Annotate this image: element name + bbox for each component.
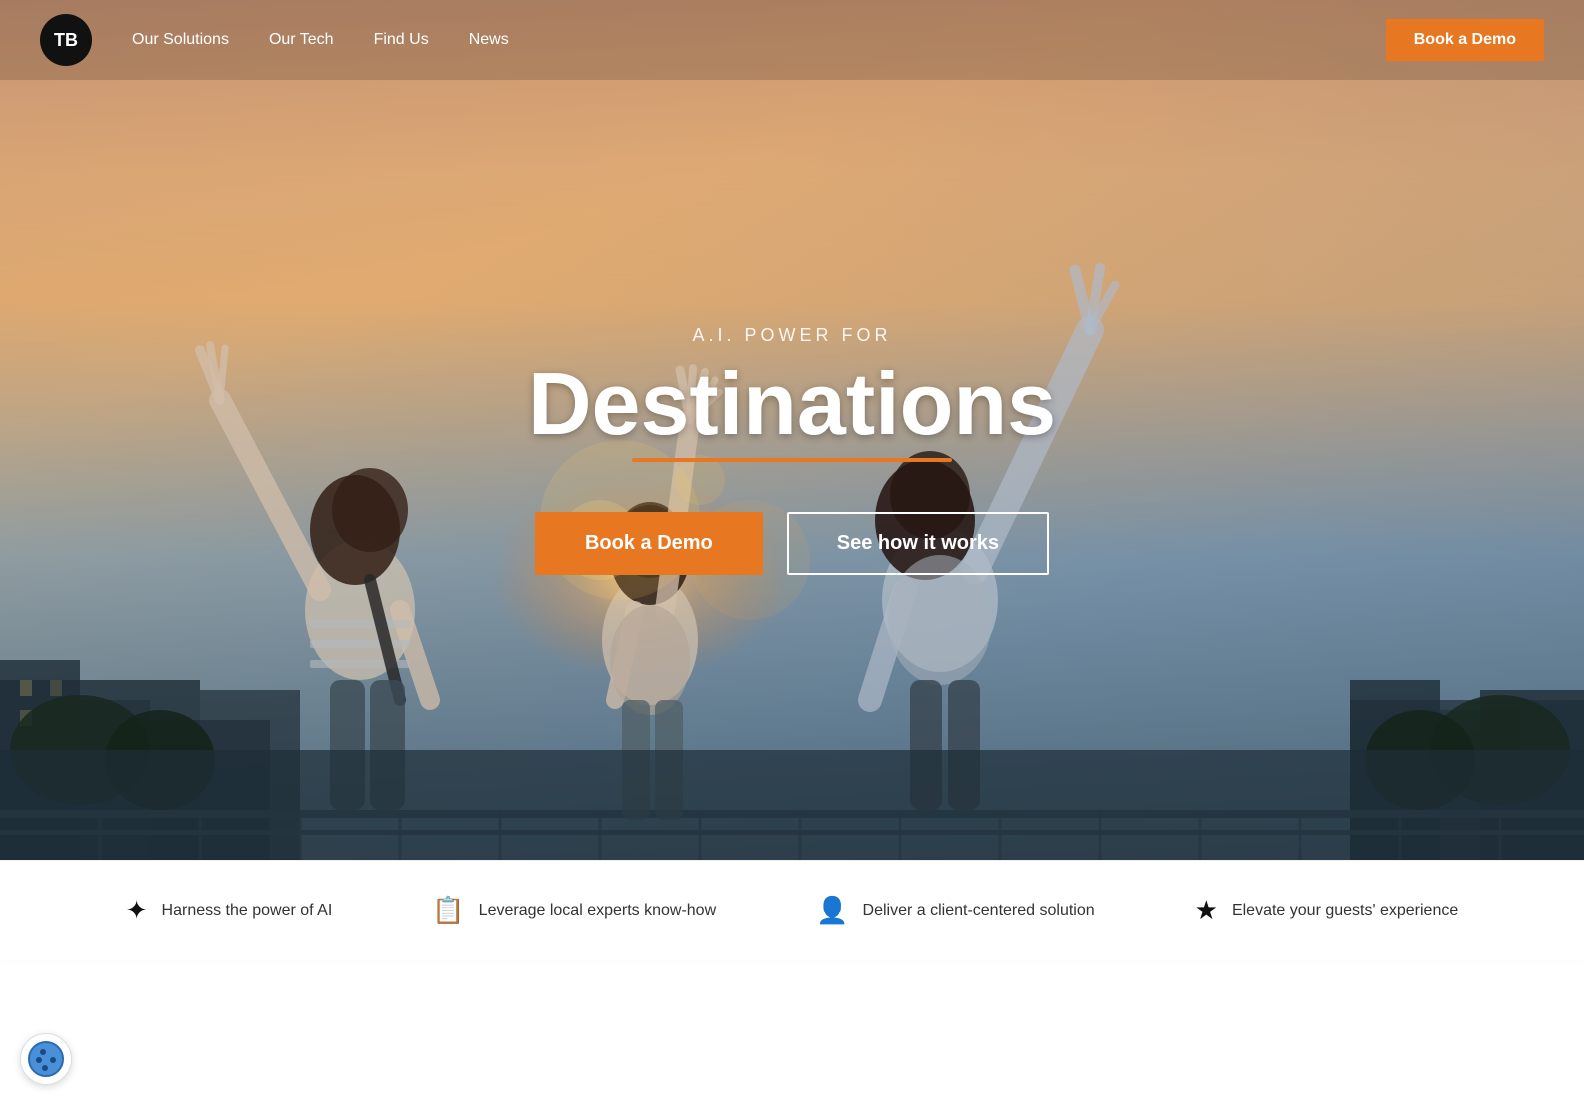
feature-item-1: 📋 Leverage local experts know-how (432, 895, 716, 926)
logo[interactable]: TB (40, 14, 92, 66)
hero-subtitle: A.I. POWER FOR (692, 325, 891, 346)
ai-icon: ✦ (126, 895, 148, 926)
nav-item-solutions[interactable]: Our Solutions (132, 31, 229, 49)
feature-item-2: 👤 Deliver a client-centered solution (816, 895, 1095, 926)
nav-book-demo-button[interactable]: Book a Demo (1386, 19, 1544, 61)
feature-item-0: ✦ Harness the power of AI (126, 895, 333, 926)
cookie-dot-2 (36, 1057, 42, 1063)
nav-item-news[interactable]: News (469, 31, 509, 49)
cookie-consent-button[interactable] (20, 1033, 72, 1085)
hero-buttons: Book a Demo See how it works (535, 512, 1049, 575)
cookie-dot-3 (50, 1057, 56, 1063)
hero-section: A.I. POWER FOR Destinations Book a Demo … (0, 0, 1584, 860)
experts-icon: 📋 (432, 895, 464, 926)
nav-item-find-us[interactable]: Find Us (374, 31, 429, 49)
cookie-dot-4 (42, 1065, 48, 1071)
hero-book-demo-button[interactable]: Book a Demo (535, 512, 763, 575)
hero-content: A.I. POWER FOR Destinations Book a Demo … (0, 0, 1584, 860)
star-icon: ★ (1195, 895, 1218, 926)
feature-bar: ✦ Harness the power of AI 📋 Leverage loc… (0, 860, 1584, 960)
nav-item-tech[interactable]: Our Tech (269, 31, 334, 49)
feature-text-3: Elevate your guests' experience (1232, 902, 1458, 920)
feature-text-0: Harness the power of AI (162, 902, 333, 920)
cookie-icon (28, 1041, 64, 1077)
feature-text-1: Leverage local experts know-how (479, 902, 716, 920)
navbar: TB Our Solutions Our Tech Find Us News B… (0, 0, 1584, 80)
feature-text-2: Deliver a client-centered solution (863, 902, 1095, 920)
hero-see-how-button[interactable]: See how it works (787, 512, 1049, 575)
client-icon: 👤 (816, 895, 848, 926)
cookie-dot-1 (40, 1049, 46, 1055)
nav-links: Our Solutions Our Tech Find Us News (132, 31, 1386, 49)
feature-item-3: ★ Elevate your guests' experience (1195, 895, 1459, 926)
hero-title: Destinations (528, 358, 1056, 450)
logo-text: TB (54, 30, 78, 51)
hero-title-underline (632, 458, 952, 462)
